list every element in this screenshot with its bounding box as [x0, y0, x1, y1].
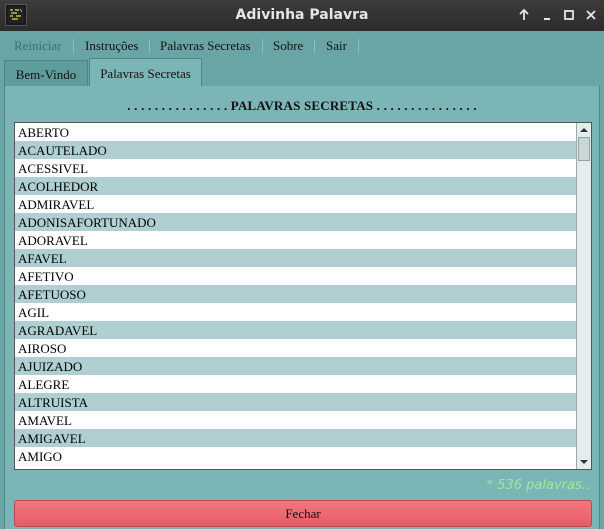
scrollbar-thumb[interactable] [578, 137, 590, 161]
menu-separator [358, 39, 359, 53]
menu-item-reiniciar[interactable]: Reiniciar [14, 31, 62, 59]
list-item[interactable]: AMIGO [15, 447, 577, 465]
list-item[interactable]: ACAUTELADO [15, 141, 577, 159]
secret-words-list[interactable]: ABERTO ACAUTELADO ACESSIVEL ACOLHEDOR ADMIRA… [14, 122, 592, 470]
list-item[interactable]: ABERTO [15, 123, 577, 141]
close-icon[interactable] [584, 8, 598, 22]
title-bar: Adivinha Palavra [0, 0, 604, 31]
list-item[interactable]: ADORAVEL [15, 231, 577, 249]
panel-heading: . . . . . . . . . . . . . . . PALAVRAS S… [127, 98, 477, 113]
menu-separator [149, 39, 150, 53]
vertical-scrollbar[interactable] [576, 123, 591, 469]
list-item[interactable]: ADONISAFORTUNADO [15, 213, 577, 231]
list-item[interactable]: ACESSIVEL [15, 159, 577, 177]
menu-separator [262, 39, 263, 53]
list-item[interactable]: AGIL [15, 303, 577, 321]
close-button[interactable]: Fechar [14, 500, 592, 527]
word-count: * 536 palavras.. [486, 478, 590, 493]
menu-item-sobre[interactable]: Sobre [273, 31, 303, 59]
scroll-down-icon[interactable] [579, 457, 589, 467]
list-item[interactable]: AFETUOSO [15, 285, 577, 303]
tab-palavras-secretas[interactable]: Palavras Secretas [89, 58, 202, 86]
list-item[interactable]: AMIGAVEL [15, 429, 577, 447]
list-item[interactable]: AJUIZADO [15, 357, 577, 375]
menu-bar: Reiniciar Instruções Palavras Secretas S… [0, 31, 604, 59]
list-item[interactable]: ADMIRAVEL [15, 195, 577, 213]
menu-separator [73, 39, 74, 53]
list-item[interactable]: AFETIVO [15, 267, 577, 285]
restore-icon[interactable] [562, 8, 576, 22]
list-item[interactable]: AFAVEL [15, 249, 577, 267]
minimize-icon[interactable] [540, 8, 554, 22]
menu-item-instrucoes[interactable]: Instruções [85, 31, 138, 59]
window-title: Adivinha Palavra [235, 7, 369, 23]
list-item[interactable]: AIROSO [15, 339, 577, 357]
menu-item-palavras-secretas[interactable]: Palavras Secretas [160, 31, 251, 59]
menu-item-sair[interactable]: Sair [326, 31, 347, 59]
tab-bem-vindo[interactable]: Bem-Vindo [4, 60, 88, 86]
list-item[interactable]: ACOLHEDOR [15, 177, 577, 195]
scroll-up-icon[interactable] [579, 125, 589, 135]
list-item[interactable]: ALTRUISTA [15, 393, 577, 411]
list-item[interactable]: ALEGRE [15, 375, 577, 393]
maximize-up-icon[interactable] [517, 8, 531, 22]
tab-bar: Bem-Vindo Palavras Secretas [0, 58, 604, 86]
menu-separator [314, 39, 315, 53]
list-item[interactable]: AMAVEL [15, 411, 577, 429]
list-item[interactable]: AGRADAVEL [15, 321, 577, 339]
